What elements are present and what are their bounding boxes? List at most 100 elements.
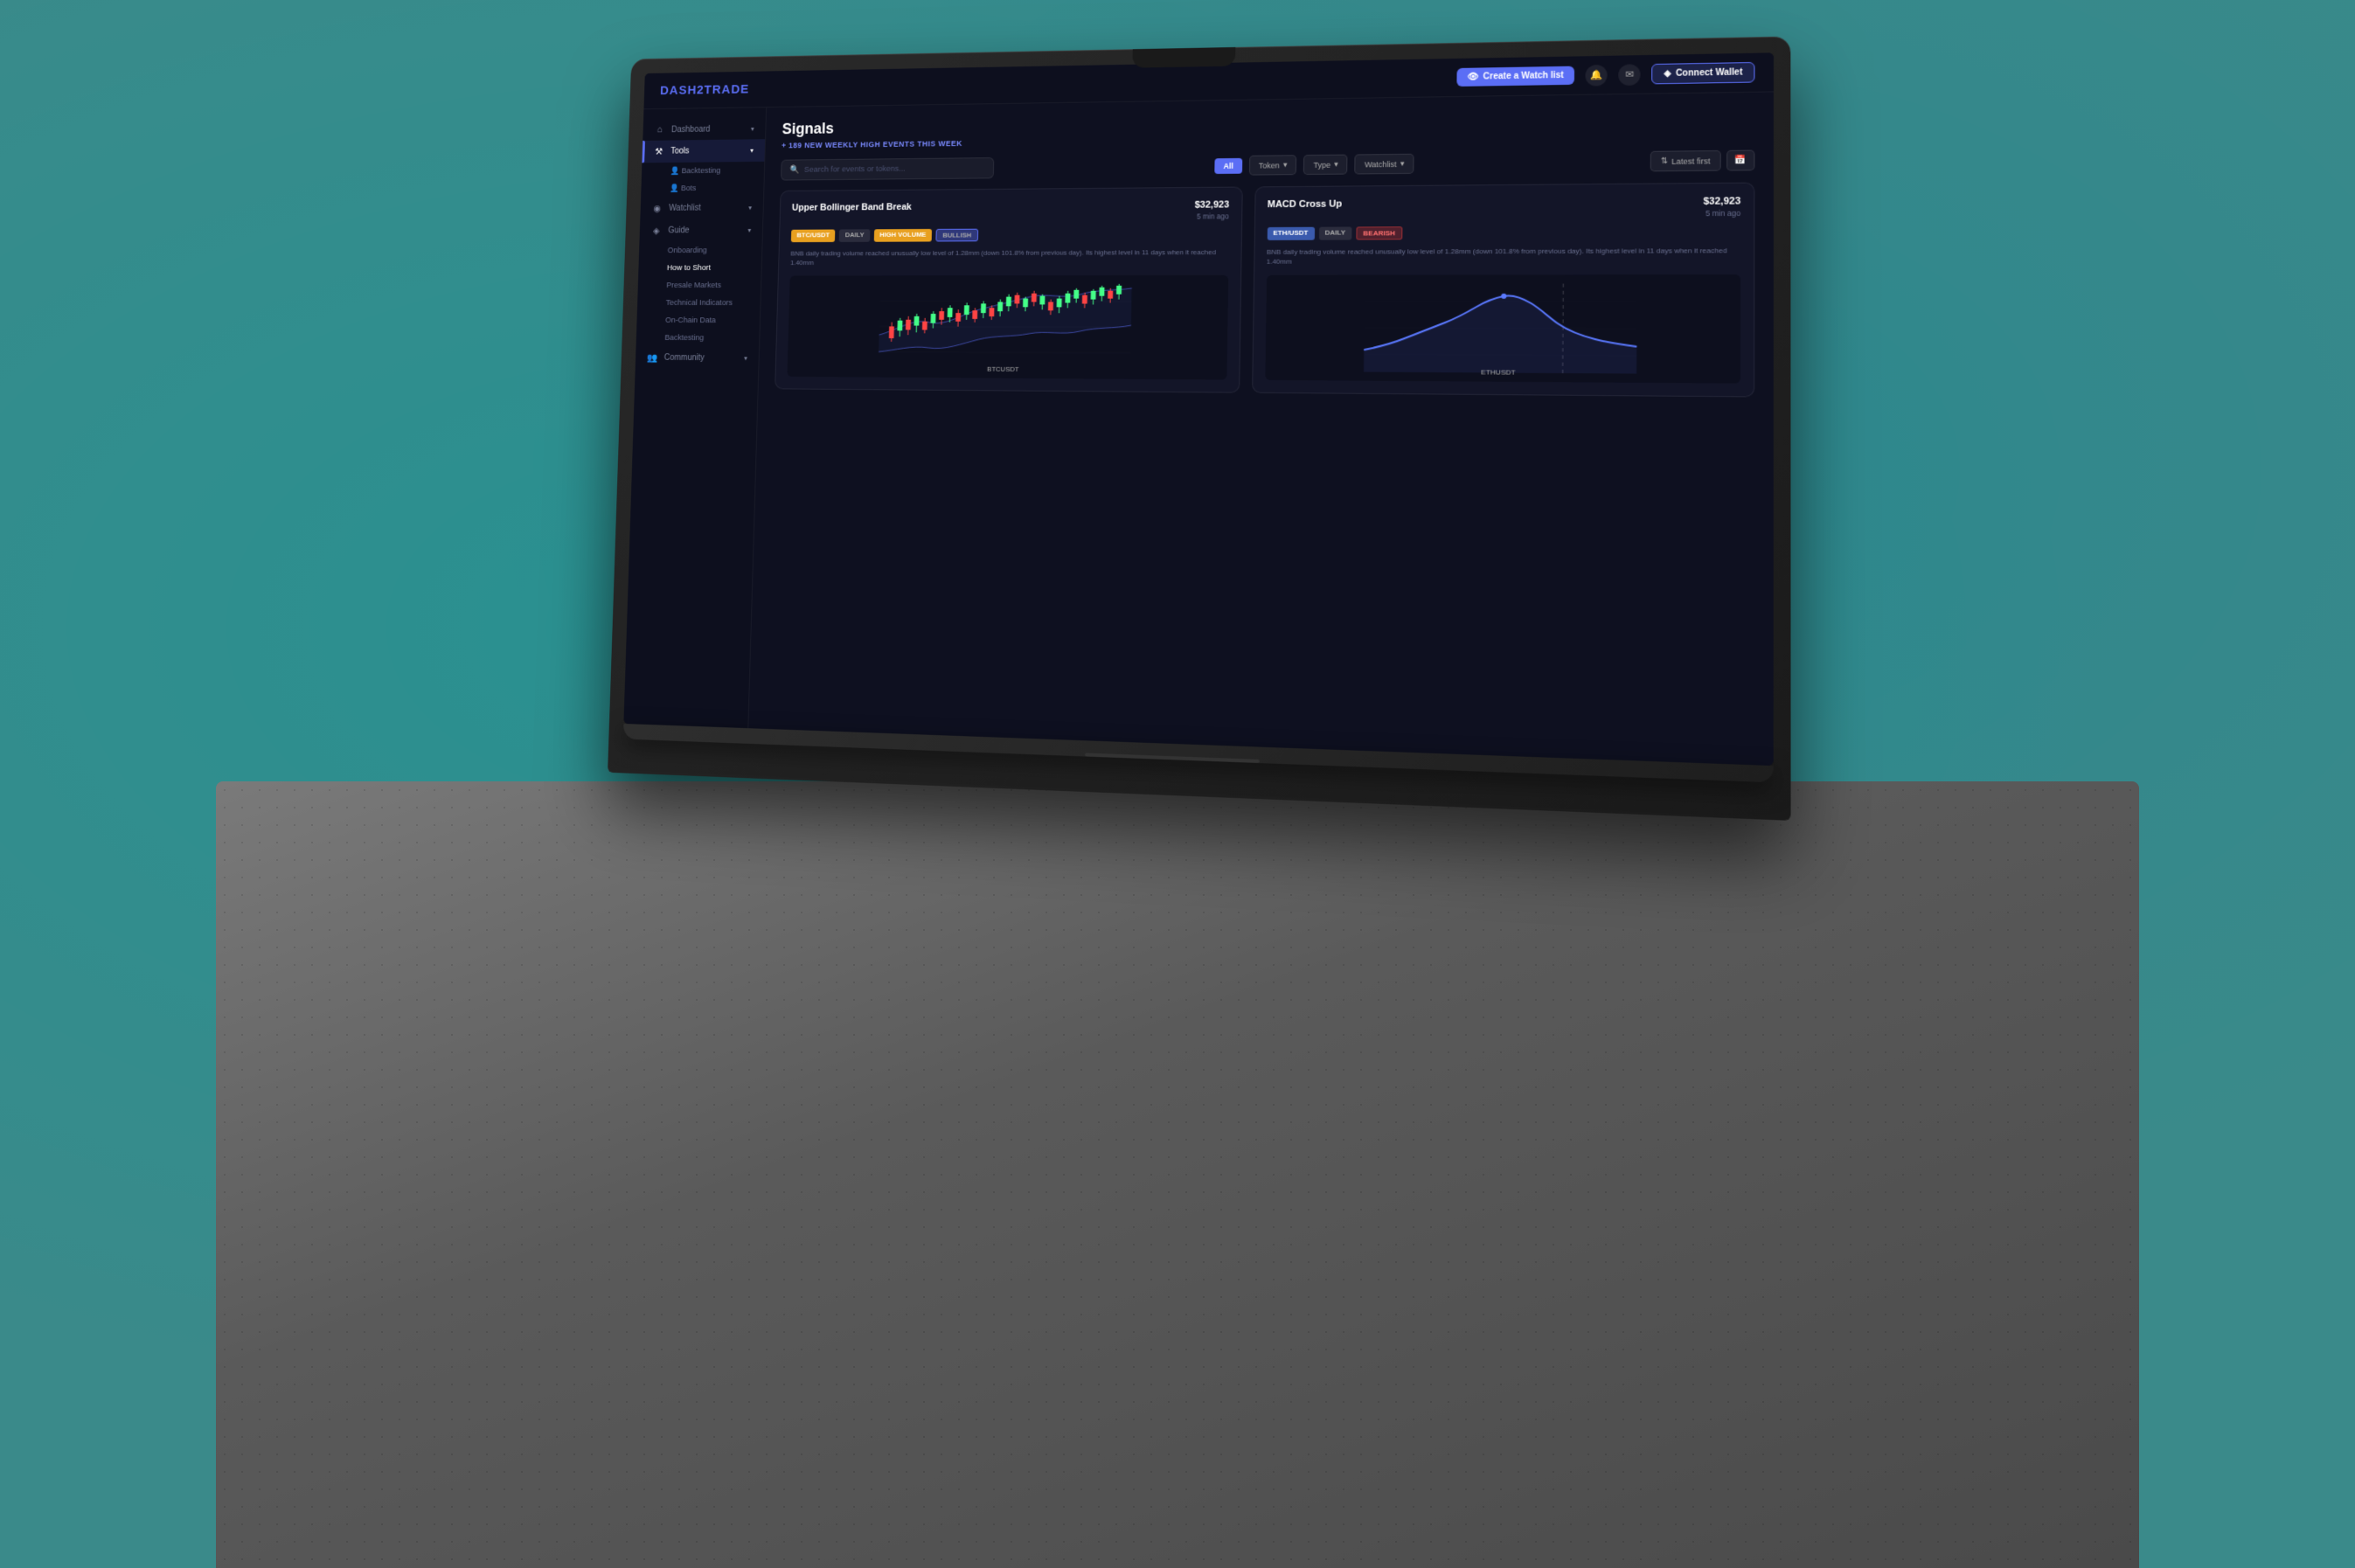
search-placeholder: Search for events or tokens... <box>804 164 906 175</box>
filter-group: All Token ▾ Type ▾ Watchlist <box>1215 154 1414 176</box>
mail-icon[interactable]: ✉ <box>1619 64 1641 86</box>
sidebar-label-onboarding: Onboarding <box>667 246 706 255</box>
sidebar-label-dashboard: Dashboard <box>671 125 711 135</box>
tag-daily-1: DAILY <box>839 229 870 242</box>
card1-tags: BTC/USDT DAILY HIGH VOLUME BULLISH <box>791 227 1229 242</box>
card2-price: $32,923 <box>1704 196 1741 207</box>
tag-bullish: BULLISH <box>936 229 978 242</box>
concrete-block <box>216 781 2139 1568</box>
card2-chart-symbol: ETHUSDT <box>1481 369 1515 377</box>
create-watchlist-icon: 👁 <box>1467 73 1478 82</box>
calendar-icon: 📅 <box>1734 156 1746 165</box>
sidebar-item-on-chain-data[interactable]: On-Chain Data <box>636 311 760 329</box>
sidebar-label-tools: Tools <box>670 147 689 156</box>
sidebar-item-presale-markets[interactable]: Presale Markets <box>638 276 761 294</box>
guide-icon: ◈ <box>650 225 662 236</box>
subtitle-plus: + <box>782 142 787 150</box>
tag-daily-2: DAILY <box>1318 226 1351 239</box>
card2-time: 5 min ago <box>1703 209 1740 219</box>
card1-chart: BTCUSDT 5m <box>787 275 1227 380</box>
laptop-screen: DASH2TRADE 👁 Create a Watch list 🔔 ✉ ◈ C… <box>623 52 1774 766</box>
sidebar-label-guide: Guide <box>668 226 690 236</box>
chevron-down-icon-4: ▾ <box>744 355 747 363</box>
card2-title: MACD Cross Up <box>1268 199 1342 211</box>
sidebar-label-backtesting2: Backtesting <box>664 333 704 343</box>
sidebar: ⌂ Dashboard ▾ ⚒ Tools ▾ 👤 Backtesting <box>623 108 767 728</box>
sort-icon: ⇅ <box>1661 156 1668 166</box>
wallet-icon: ◈ <box>1664 69 1671 79</box>
topbar-right: 👁 Create a Watch list 🔔 ✉ ◈ Connect Wall… <box>1456 61 1754 87</box>
filter-token-button[interactable]: Token ▾ <box>1249 155 1297 175</box>
watchlist-filter-label: Watchlist <box>1365 160 1397 169</box>
calendar-button[interactable]: 📅 <box>1726 150 1755 171</box>
sidebar-item-tools[interactable]: ⚒ Tools ▾ <box>642 139 765 163</box>
card1-description: BNB daily trading volume reached unusual… <box>790 247 1228 267</box>
card1-time: 5 min ago <box>1194 212 1229 220</box>
sidebar-label-watchlist: Watchlist <box>669 204 701 213</box>
sidebar-item-how-to-short[interactable]: How to Short <box>638 259 761 276</box>
card2-price-group: $32,923 5 min ago <box>1703 196 1740 218</box>
subtitle-text: NEW WEEKLY HIGH EVENTS THIS WEEK <box>804 139 962 149</box>
sidebar-label-community: Community <box>664 353 705 363</box>
create-watchlist-button[interactable]: 👁 Create a Watch list <box>1456 66 1574 87</box>
sidebar-item-technical-indicators[interactable]: Technical Indicators <box>637 295 761 312</box>
token-filter-label: Token <box>1259 161 1280 170</box>
sidebar-label-backtesting: Backtesting <box>682 166 721 176</box>
chevron-up-icon: ▾ <box>750 147 754 155</box>
signals-header: Signals + 189 NEW WEEKLY HIGH EVENTS THI… <box>782 107 1754 149</box>
card1-title: Upper Bollinger Band Break <box>792 202 912 212</box>
sidebar-item-bots[interactable]: 👤 Bots <box>641 179 764 198</box>
card2-chart: ETHUSDT 5m <box>1265 274 1740 384</box>
tag-bearish: BEARISH <box>1356 226 1402 239</box>
sidebar-item-onboarding[interactable]: Onboarding <box>639 241 762 259</box>
app-body: ⌂ Dashboard ▾ ⚒ Tools ▾ 👤 Backtesting <box>623 92 1774 766</box>
card2-description: BNB daily trading volume reached unusual… <box>1267 246 1740 267</box>
dashboard-icon: ⌂ <box>654 125 665 135</box>
chevron-watchlist-icon: ▾ <box>1400 159 1405 169</box>
search-icon: 🔍 <box>789 165 799 175</box>
card2-tags: ETH/USDT DAILY BEARISH <box>1267 225 1740 240</box>
laptop-notch <box>1132 47 1235 68</box>
search-box[interactable]: 🔍 Search for events or tokens... <box>781 157 994 180</box>
sidebar-item-community[interactable]: 👥 Community ▾ <box>636 346 759 370</box>
create-watchlist-label: Create a Watch list <box>1483 71 1564 82</box>
signals-title: Signals <box>782 107 1754 138</box>
filter-type-button[interactable]: Type ▾ <box>1303 155 1348 175</box>
sidebar-item-backtesting2[interactable]: Backtesting <box>636 329 760 347</box>
type-filter-label: Type <box>1313 160 1330 169</box>
sidebar-label-on-chain-data: On-Chain Data <box>665 316 716 325</box>
sort-button[interactable]: ⇅ Latest first <box>1650 150 1720 171</box>
filter-all-button[interactable]: All <box>1215 157 1243 173</box>
logo-text: DASH2TRADE <box>660 82 750 98</box>
laptop-wrapper: DASH2TRADE 👁 Create a Watch list 🔔 ✉ ◈ C… <box>608 37 1790 821</box>
signals-grid: Upper Bollinger Band Break $32,923 5 min… <box>775 183 1754 398</box>
sidebar-item-dashboard[interactable]: ⌂ Dashboard ▾ <box>643 118 766 141</box>
app-logo: DASH2TRADE <box>660 82 750 98</box>
card1-chart-symbol: BTCUSDT <box>987 365 1019 373</box>
laptop-screen-shell: DASH2TRADE 👁 Create a Watch list 🔔 ✉ ◈ C… <box>608 37 1790 821</box>
sidebar-label-how-to-short: How to Short <box>667 263 711 273</box>
chevron-token-icon: ▾ <box>1283 160 1288 170</box>
card1-price-group: $32,923 5 min ago <box>1194 200 1229 221</box>
filter-watchlist-button[interactable]: Watchlist ▾ <box>1355 154 1414 175</box>
chevron-type-icon: ▾ <box>1334 160 1338 170</box>
signal-card-1: Upper Bollinger Band Break $32,923 5 min… <box>775 187 1242 393</box>
tag-btcusdt: BTC/USDT <box>791 230 836 243</box>
notification-bell-icon[interactable]: 🔔 <box>1586 64 1608 86</box>
connect-wallet-button[interactable]: ◈ Connect Wallet <box>1652 62 1755 84</box>
subtitle-count: 189 <box>788 141 802 149</box>
chevron-down-icon-2: ▾ <box>748 204 752 212</box>
sidebar-label-presale-markets: Presale Markets <box>666 281 721 290</box>
tag-high-volume: HIGH VOLUME <box>874 229 933 242</box>
card2-top: MACD Cross Up $32,923 5 min ago <box>1268 196 1741 220</box>
sidebar-item-watchlist[interactable]: ◉ Watchlist ▾ <box>640 197 763 220</box>
sort-label: Latest first <box>1671 156 1710 166</box>
sidebar-item-backtesting[interactable]: 👤 Backtesting <box>642 162 765 180</box>
sidebar-label-bots: Bots <box>681 184 697 193</box>
bot-icon: 👤 <box>670 184 679 192</box>
connect-wallet-label: Connect Wallet <box>1676 67 1743 79</box>
signals-controls: 🔍 Search for events or tokens... All Tok… <box>781 149 1754 181</box>
user-icon: 👤 <box>670 167 679 176</box>
sidebar-item-guide[interactable]: ◈ Guide ▾ <box>639 219 762 242</box>
main-content: Signals + 189 NEW WEEKLY HIGH EVENTS THI… <box>748 92 1774 766</box>
